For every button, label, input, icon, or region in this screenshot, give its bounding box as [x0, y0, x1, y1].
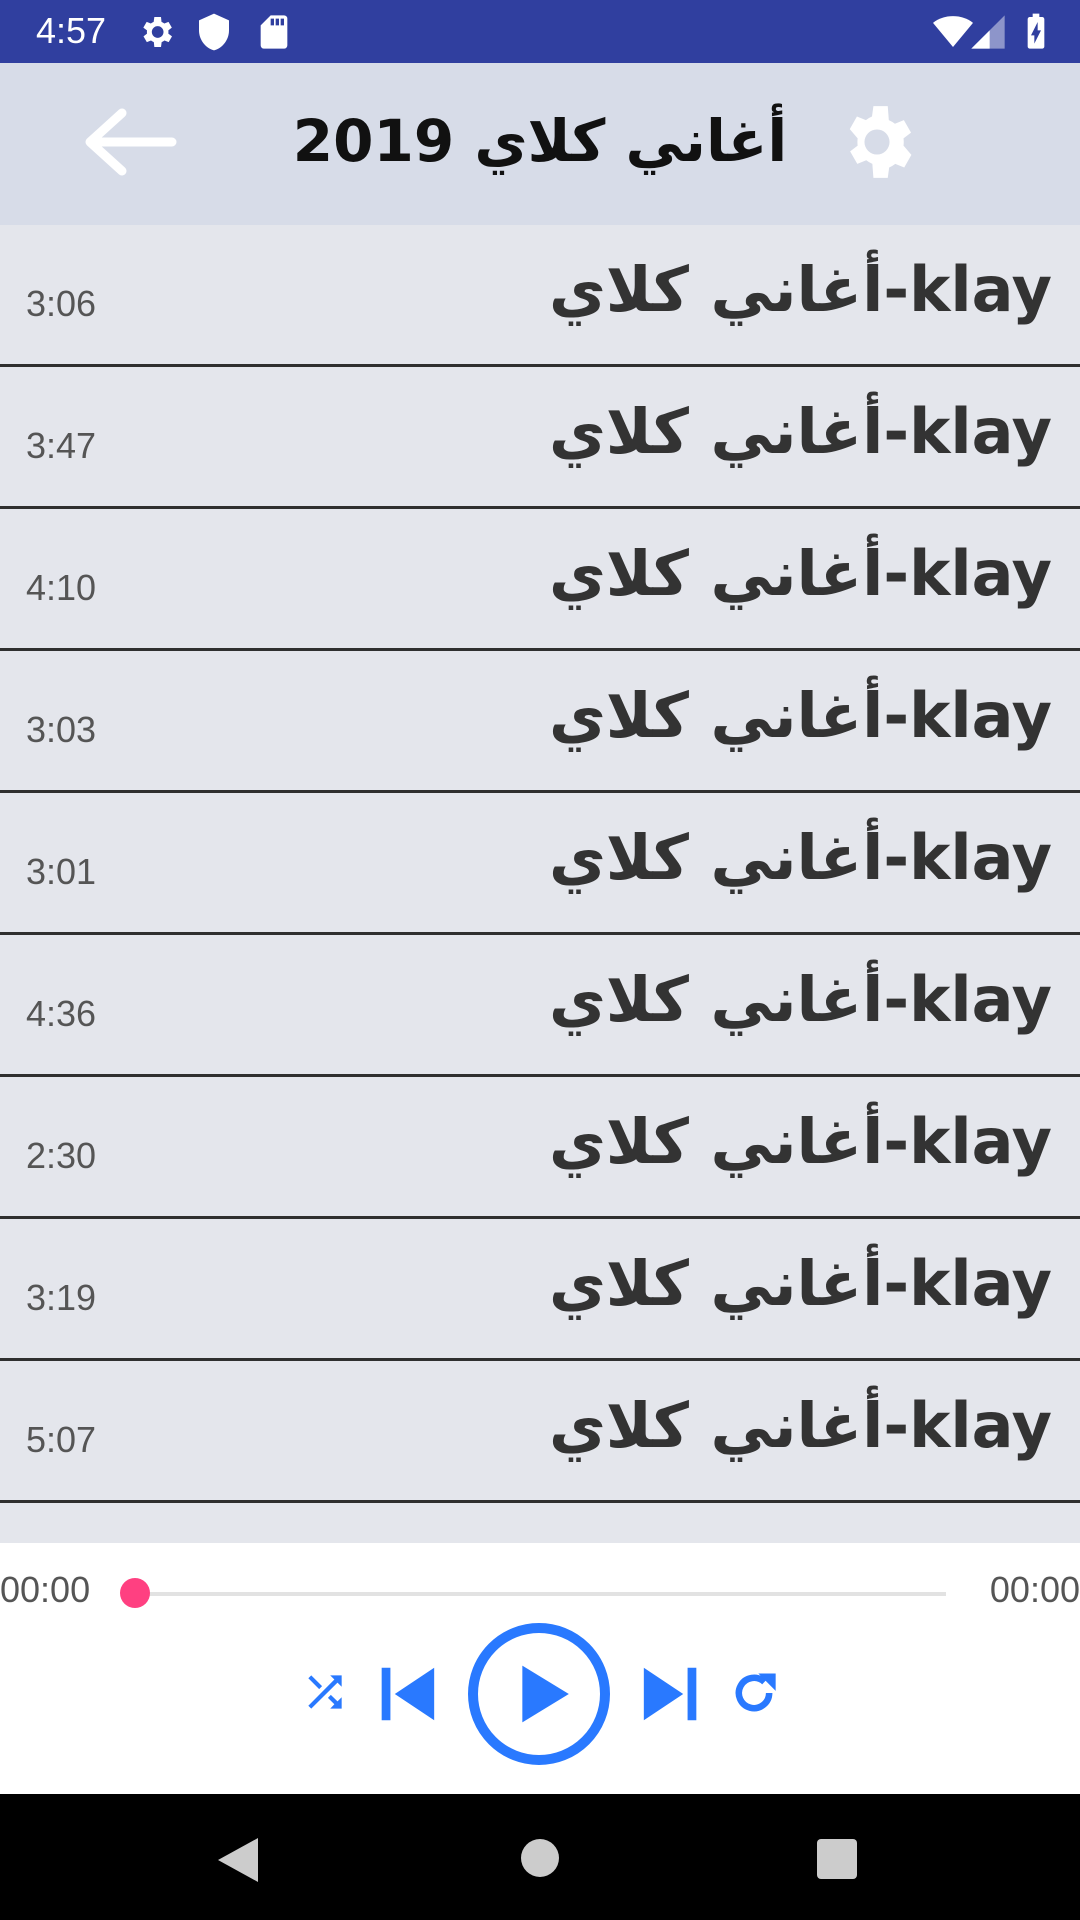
track-title: klay-أغاني كلاي: [548, 395, 1052, 468]
settings-gear-icon[interactable]: [834, 99, 920, 185]
sd-card-icon: [260, 15, 288, 49]
status-bar: 4:57: [0, 0, 1080, 63]
page-title: أغاني كلاي 2019: [292, 107, 788, 175]
track-duration: 3:01: [26, 851, 97, 892]
gear-icon: [143, 17, 172, 47]
track-duration: 3:03: [26, 709, 97, 750]
track-duration: 2:30: [26, 1135, 97, 1176]
back-triangle-icon[interactable]: [216, 1836, 260, 1884]
shuffle-icon[interactable]: [300, 1667, 350, 1717]
track-title: klay-أغاني كلاي: [548, 1247, 1052, 1320]
arrow-left-icon[interactable]: [82, 107, 178, 177]
track-title: klay-أغاني كلاي: [548, 821, 1052, 894]
list-item[interactable]: klay-أغاني كلاي 3:19: [0, 1219, 1080, 1361]
track-title: klay-أغاني كلاي: [548, 679, 1052, 752]
elapsed-time: 00:00: [0, 1569, 91, 1610]
repeat-icon[interactable]: [728, 1667, 780, 1719]
track-duration: 4:36: [26, 993, 97, 1034]
status-time: 4:57: [36, 10, 107, 51]
signal-icon: [971, 15, 1005, 49]
list-item[interactable]: klay-أغاني كلاي 4:36: [0, 935, 1080, 1077]
track-duration: 3:47: [26, 425, 97, 466]
track-duration: 3:19: [26, 1277, 97, 1318]
list-item[interactable]: klay-أغاني كلاي 3:01: [0, 793, 1080, 935]
track-duration: 3:06: [26, 283, 97, 324]
track-title: klay-أغاني كلاي: [548, 537, 1052, 610]
track-title: klay-أغاني كلاي: [548, 1105, 1052, 1178]
list-item[interactable]: klay-أغاني كلاي 3:06: [0, 225, 1080, 367]
play-button[interactable]: [468, 1623, 610, 1765]
track-duration: 4:10: [26, 567, 97, 608]
app-bar: أغاني كلاي 2019: [0, 63, 1080, 225]
previous-icon[interactable]: [370, 1659, 440, 1729]
track-title: klay-أغاني كلاي: [548, 1389, 1052, 1462]
play-icon: [522, 1665, 569, 1723]
list-item[interactable]: klay-أغاني كلاي 2:30: [0, 1077, 1080, 1219]
list-item[interactable]: klay-أغاني كلاي 3:03: [0, 651, 1080, 793]
list-item[interactable]: klay-أغاني كلاي 4:10: [0, 509, 1080, 651]
track-duration: 5:07: [26, 1419, 97, 1460]
list-item[interactable]: klay-أغاني كلاي 3:47: [0, 367, 1080, 509]
battery-icon: [1027, 13, 1045, 49]
track-title: klay-أغاني كلاي: [548, 963, 1052, 1036]
track-title: klay-أغاني كلاي: [548, 253, 1052, 326]
seek-bar[interactable]: [134, 1592, 946, 1596]
media-player: 00:00 00:00: [0, 1543, 1080, 1794]
track-list: klay-أغاني كلاي 3:06 klay-أغاني كلاي 3:4…: [0, 225, 1080, 1543]
recents-square-icon[interactable]: [816, 1838, 858, 1880]
total-time: 00:00: [989, 1569, 1080, 1610]
shield-icon: [199, 13, 229, 51]
system-nav-bar: [0, 1794, 1080, 1920]
home-circle-icon[interactable]: [520, 1838, 560, 1878]
list-item-partial[interactable]: [0, 1503, 1080, 1543]
seek-thumb[interactable]: [120, 1578, 150, 1608]
next-icon[interactable]: [638, 1659, 708, 1729]
list-item[interactable]: klay-أغاني كلاي 5:07: [0, 1361, 1080, 1503]
